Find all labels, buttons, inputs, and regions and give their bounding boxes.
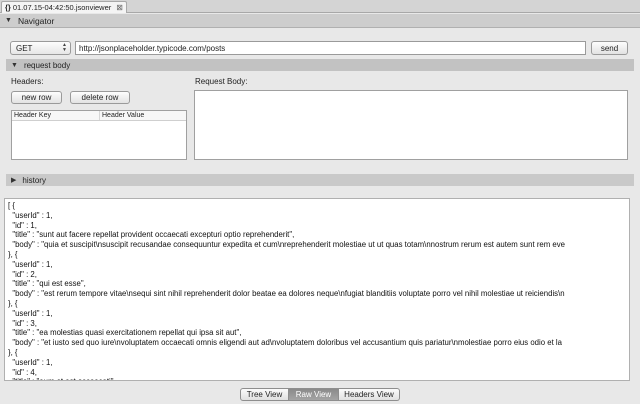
json-braces-icon: {} xyxy=(5,3,11,12)
raw-line: "title" : "qui est esse", xyxy=(8,279,86,289)
raw-line: "body" : "quia et suscipit\nsuscipit rec… xyxy=(8,240,565,250)
tab-bar: {} 01.07.15-04:42:50.jsonviewer ⊠ xyxy=(0,0,640,13)
view-switcher: Tree View Raw View Headers View xyxy=(240,388,400,401)
raw-line: "title" : "ea molestias quasi exercitati… xyxy=(8,328,242,338)
navigator-header[interactable]: ▼ Navigator xyxy=(0,14,640,28)
raw-line: "userId" : 1, xyxy=(8,308,53,318)
url-value: http://jsonplaceholder.typicode.com/post… xyxy=(79,43,226,53)
expand-triangle-icon: ▶ xyxy=(11,177,17,184)
tab-title: 01.07.15-04:42:50.jsonviewer xyxy=(12,3,112,12)
headers-table-header: Header Key Header Value xyxy=(12,111,186,121)
headers-view-button[interactable]: Headers View xyxy=(339,388,400,401)
raw-line: "userId" : 1, xyxy=(8,210,53,220)
raw-line: "userId" : 1, xyxy=(8,357,53,367)
raw-line: "title" : "eum et est occaecati", xyxy=(8,377,626,380)
delete-row-button[interactable]: delete row xyxy=(70,91,130,104)
select-arrows-icon: ▲ ▼ xyxy=(62,42,67,53)
raw-line: "id" : 3, xyxy=(8,318,37,328)
collapse-triangle-icon: ▼ xyxy=(5,17,12,24)
headers-label: Headers: xyxy=(11,77,44,86)
raw-line: "id" : 2, xyxy=(8,269,37,279)
history-label: history xyxy=(22,175,46,185)
raw-line: }, { xyxy=(8,249,18,259)
column-header-value[interactable]: Header Value xyxy=(100,111,144,120)
request-body-textarea[interactable] xyxy=(194,90,628,160)
method-value: GET xyxy=(16,43,33,53)
raw-response-panel[interactable]: [ { "userId" : 1, "id" : 1, "title" : "s… xyxy=(4,198,630,381)
raw-view-button[interactable]: Raw View xyxy=(289,388,339,401)
collapse-triangle-icon: ▼ xyxy=(11,61,18,69)
request-body-header[interactable]: ▼ request body xyxy=(6,59,634,71)
close-tab-icon[interactable]: ⊠ xyxy=(116,3,123,12)
request-body-label: request body xyxy=(23,60,71,70)
method-select[interactable]: GET ▲ ▼ xyxy=(10,41,71,55)
document-tab[interactable]: {} 01.07.15-04:42:50.jsonviewer ⊠ xyxy=(1,1,127,13)
raw-line: [ { xyxy=(8,201,15,210)
raw-line: }, { xyxy=(8,298,18,308)
raw-line: "id" : 4, xyxy=(8,367,37,377)
raw-line: "body" : "et iusto sed quo iure\nvolupta… xyxy=(8,338,562,348)
send-button[interactable]: send xyxy=(591,41,628,55)
raw-line: }, { xyxy=(8,347,18,357)
raw-line: "userId" : 1, xyxy=(8,259,53,269)
tree-view-button[interactable]: Tree View xyxy=(240,388,289,401)
raw-line: "body" : "est rerum tempore vitae\nsequi… xyxy=(8,289,565,299)
new-row-button[interactable]: new row xyxy=(11,91,62,104)
navigator-label: Navigator xyxy=(17,15,55,26)
raw-line: "title" : "sunt aut facere repellat prov… xyxy=(8,230,295,240)
url-input[interactable]: http://jsonplaceholder.typicode.com/post… xyxy=(75,41,586,55)
history-header[interactable]: ▶ history xyxy=(6,174,634,186)
headers-table[interactable]: Header Key Header Value xyxy=(11,110,187,160)
raw-line: "id" : 1, xyxy=(8,220,37,230)
column-header-key[interactable]: Header Key xyxy=(12,111,100,120)
request-body-field-label: Request Body: xyxy=(195,77,248,86)
